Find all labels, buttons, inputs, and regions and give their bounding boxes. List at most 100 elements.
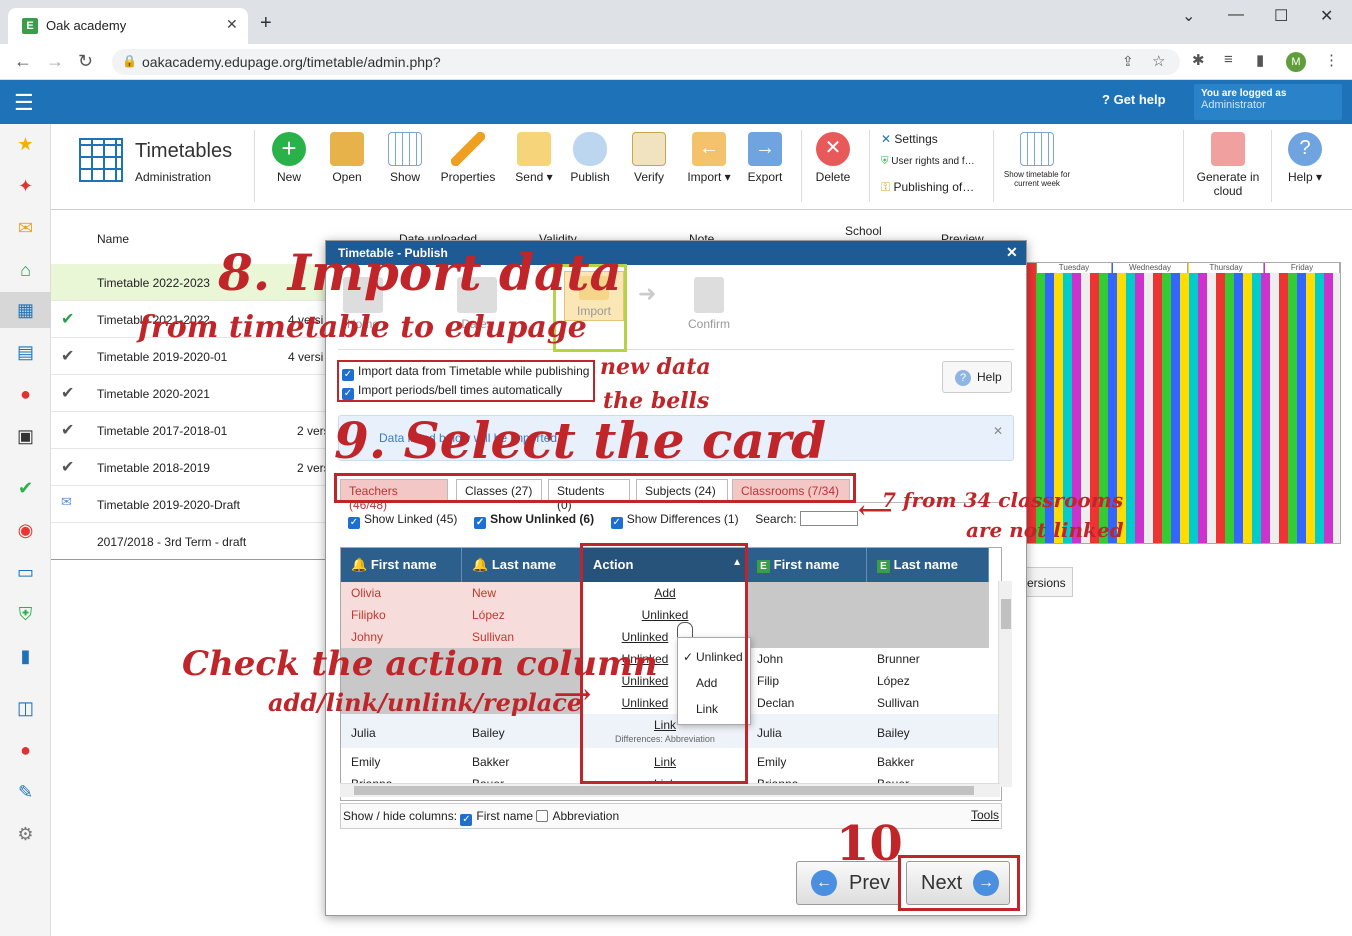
list-item[interactable]: ✔ Timetable 2018-2019 2 versi [51,449,351,486]
media-icon[interactable]: ≡ [1224,51,1233,68]
book-icon[interactable]: ◫ [0,690,51,726]
verify-button[interactable]: Verify [629,132,669,184]
open-button[interactable]: Open [327,132,367,184]
col-header-school[interactable]: School [845,224,882,238]
annotation-step8-sub: from timetable to edupage [138,310,587,345]
person-icon[interactable]: ● [0,376,51,412]
maximize-icon[interactable]: ☐ [1274,6,1288,26]
sidepanel-icon[interactable]: ▮ [1256,51,1264,69]
dialog-help-button[interactable]: ? Help [942,361,1012,393]
info-close-icon[interactable]: ✕ [993,424,1003,438]
search-input[interactable] [799,511,858,526]
header-label: First name [773,557,840,572]
dialog-close-icon[interactable]: ✕ [1006,244,1018,261]
tabs-highlight [334,473,856,503]
clipboard-check-icon [632,132,666,166]
bookmark-star-icon[interactable]: ☆ [1152,52,1165,70]
versions-button[interactable]: ersions [1024,567,1073,597]
checkbox-checked-icon: ✓ [474,517,487,529]
user-rights-link[interactable]: ⛨ User rights and f… [881,156,975,167]
col-header-name[interactable]: Name [97,232,129,246]
chat-icon[interactable]: ● [0,732,51,768]
list-item[interactable]: ✉ Timetable 2019-2020-Draft [51,486,351,523]
list-item[interactable]: ✔ Timetable 2017-2018-01 2 versi [51,412,351,449]
check-icon: ✔ [61,459,75,476]
generate-cloud-button[interactable]: Generate in cloud [1191,132,1265,198]
col-first-name-source[interactable]: 🔔 First name [341,548,462,582]
timetable-icon[interactable]: ▦ [0,292,51,328]
url-field[interactable]: 🔒 oakacademy.edupage.org/timetable/admin… [112,49,1180,75]
show-timetable-label: Show timetable for current week [1003,170,1071,188]
forward-icon[interactable]: → [46,51,64,72]
browser-tab[interactable]: E Oak academy ✕ [8,8,248,44]
tools-link[interactable]: Tools [971,808,999,822]
new-button[interactable]: + New [269,132,309,184]
account-menu[interactable]: You are logged as Administrator [1194,84,1342,120]
delete-button[interactable]: ✕ Delete [813,132,853,184]
show-linked-checkbox[interactable]: ✓ Show Linked (45) [348,512,457,529]
gear-icon[interactable]: ⚙ [0,816,51,852]
step-confirm[interactable]: Confirm [682,277,736,331]
home-icon[interactable]: ⌂ [0,252,51,288]
calendar-icon[interactable]: ▣ [0,418,51,454]
hamburger-menu-icon[interactable]: ☰ [14,90,34,116]
reload-icon[interactable]: ↻ [78,51,93,72]
rocket-icon[interactable]: ◉ [0,512,51,548]
list-item[interactable]: ✔ Timetable 2020-2021 [51,375,351,412]
close-window-icon[interactable]: ✕ [1320,6,1333,26]
show-button[interactable]: Show [385,132,425,184]
extensions-icon[interactable]: ✱ [1192,51,1205,69]
get-help-link[interactable]: ? Get help [1102,92,1166,107]
publishing-of-link[interactable]: ⚿ Publishing of… [881,180,974,195]
mail-icon[interactable]: ✉ [0,210,51,246]
module-toolbar: Timetables Administration + New Open Show… [51,124,1352,210]
close-tab-icon[interactable]: ✕ [226,16,238,33]
tab-search-icon[interactable]: ⌄ [1182,6,1195,26]
help-label: Help [1287,170,1313,184]
first-name-column-checkbox[interactable]: ✓ First name [460,809,533,826]
search-label: Search: [755,512,797,526]
module-title: Timetables [135,140,233,162]
list-item[interactable]: 2017/2018 - 3rd Term - draft [51,523,351,560]
show-timetable-week-button[interactable]: Show timetable for current week [1003,132,1071,188]
import-button[interactable]: ← Import ▾ [681,132,737,184]
annotation-step8: 8. Import data [218,243,622,302]
share-icon[interactable]: ⇪ [1122,53,1134,70]
star-icon[interactable]: ★ [0,126,51,162]
abbreviation-column-checkbox[interactable]: Abbreviation [536,809,619,823]
col-last-name-edupage[interactable]: E Last name [867,548,989,582]
export-arrow-icon: → [748,132,782,166]
col-last-name-source[interactable]: 🔔 Last name [462,548,583,582]
back-icon[interactable]: ← [14,51,32,72]
minimize-icon[interactable]: — [1228,6,1244,24]
profile-avatar[interactable]: M [1286,52,1306,72]
notebook-icon[interactable]: ▤ [0,334,51,370]
col-first-name-edupage[interactable]: E First name [747,548,867,582]
vertical-scrollbar[interactable] [998,581,1012,787]
new-tab-icon[interactable]: + [260,12,272,35]
export-button[interactable]: → Export [743,132,787,184]
cell: Filip [757,674,780,688]
show-unlinked-checkbox[interactable]: ✓ Show Unlinked (6) [474,512,594,529]
delete-label: Delete [815,170,851,184]
show-differences-checkbox[interactable]: ✓ Show Differences (1) [610,512,739,529]
publish-button[interactable]: Publish [567,132,613,184]
scroll-thumb[interactable] [354,786,974,795]
settings-link[interactable]: ✕ Settings [881,132,938,146]
chart-icon[interactable]: ▮ [0,638,51,674]
help-toolbar-button[interactable]: ? Help ▾ [1283,132,1327,184]
pen-icon[interactable]: ✎ [0,774,51,810]
scroll-thumb[interactable] [1001,599,1011,629]
empty-target-bg [747,582,989,648]
publish-label: Publish [570,170,610,184]
briefcase-icon[interactable]: ▭ [0,554,51,590]
cell: Emily [351,755,381,769]
properties-button[interactable]: Properties [437,132,499,184]
menu-dots-icon[interactable]: ⋮ [1324,51,1339,69]
shield-icon[interactable]: ⛨ [0,596,51,632]
send-button[interactable]: Send ▾ [509,132,559,184]
annotation-not-linked: are not linked [966,518,1124,542]
horizontal-scrollbar[interactable] [340,783,1000,797]
check-circle-icon[interactable]: ✔ [0,470,51,506]
magic-wand-icon[interactable]: ✦ [0,168,51,204]
